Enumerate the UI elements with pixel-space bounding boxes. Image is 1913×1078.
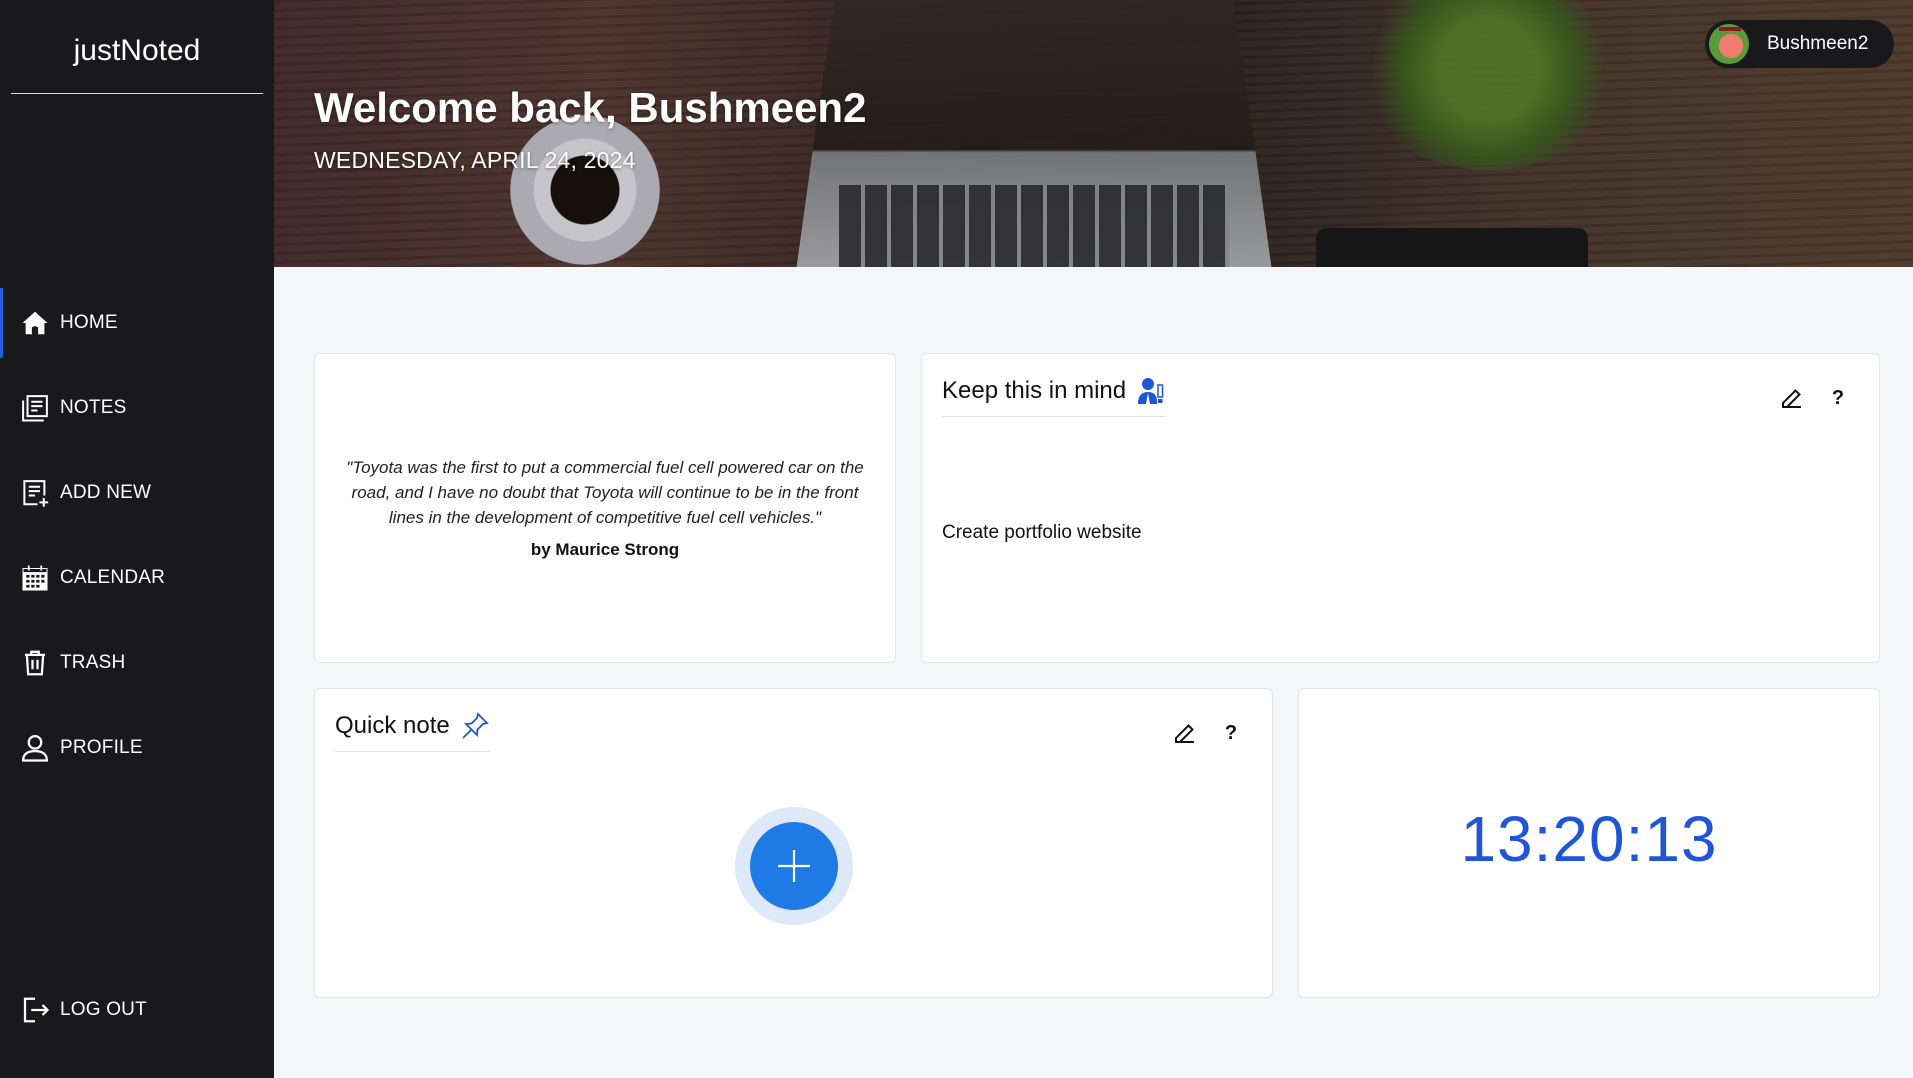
keep-in-mind-text[interactable]: Create portfolio website [942, 522, 1142, 544]
avatar [1709, 24, 1749, 64]
keep-in-mind-header: Keep this in mind [942, 376, 1167, 417]
help-button[interactable]: ? [1823, 383, 1853, 413]
calendar-icon [20, 563, 50, 593]
sidebar: justNoted HOME NOTES ADD NEW CALENDAR TR… [0, 0, 274, 1078]
quick-note-title: Quick note [335, 712, 450, 739]
notes-icon [20, 393, 50, 423]
add-quick-note-button[interactable] [735, 807, 853, 925]
sidebar-item-label: ADD NEW [60, 482, 152, 503]
user-name: Bushmeen2 [1767, 33, 1869, 54]
add-note-icon [20, 478, 50, 508]
brand-logo[interactable]: justNoted [0, 0, 274, 68]
edit-button[interactable] [1777, 383, 1807, 413]
sidebar-item-calendar[interactable]: CALENDAR [0, 543, 274, 613]
user-icon [20, 733, 50, 763]
keep-in-mind-card: Keep this in mind ? Create portfolio web… [921, 353, 1880, 663]
sidebar-item-label: TRASH [60, 652, 126, 673]
sidebar-item-profile[interactable]: PROFILE [0, 713, 274, 783]
welcome-heading: Welcome back, Bushmeen2 [314, 84, 867, 131]
plus-icon [778, 850, 810, 882]
sidebar-item-label: HOME [60, 312, 118, 333]
sidebar-item-label: CALENDAR [60, 567, 166, 588]
sidebar-item-label: NOTES [60, 397, 127, 418]
pencil-icon [1175, 724, 1194, 743]
user-menu-button[interactable]: Bushmeen2 [1705, 20, 1894, 68]
current-date: WEDNESDAY, APRIL 24, 2024 [314, 147, 636, 173]
edit-button[interactable] [1170, 718, 1200, 748]
logout-icon [20, 995, 50, 1025]
sidebar-item-home[interactable]: HOME [0, 288, 274, 358]
header-banner [274, 0, 1913, 267]
sidebar-item-label: PROFILE [60, 737, 143, 758]
help-button[interactable]: ? [1216, 718, 1246, 748]
trash-icon [20, 648, 50, 678]
quick-note-card: Quick note ? [314, 688, 1273, 998]
pin-icon [460, 711, 490, 741]
logout-label: LOG OUT [60, 999, 147, 1020]
clock-card: 13:20:13 [1298, 688, 1880, 998]
sidebar-item-trash[interactable]: TRASH [0, 628, 274, 698]
user-alert-icon [1136, 376, 1166, 406]
add-quick-note-circle [750, 822, 838, 910]
logout-button[interactable]: LOG OUT [0, 975, 274, 1045]
brand-divider [11, 93, 263, 94]
pencil-icon [1782, 389, 1801, 408]
keep-in-mind-title: Keep this in mind [942, 377, 1127, 404]
quote-text: "Toyota was the first to put a commercia… [346, 458, 864, 527]
quote-author: by Maurice Strong [530, 540, 680, 559]
keep-in-mind-actions: ? [1777, 383, 1853, 413]
quick-note-header: Quick note [335, 711, 490, 752]
banner-overlay [274, 0, 1913, 267]
quick-note-actions: ? [1170, 718, 1246, 748]
quote-card: "Toyota was the first to put a commercia… [314, 353, 896, 663]
sidebar-item-notes[interactable]: NOTES [0, 373, 274, 443]
clock-time: 13:20:13 [1460, 803, 1718, 875]
sidebar-item-add-new[interactable]: ADD NEW [0, 458, 274, 528]
home-icon [20, 308, 50, 338]
